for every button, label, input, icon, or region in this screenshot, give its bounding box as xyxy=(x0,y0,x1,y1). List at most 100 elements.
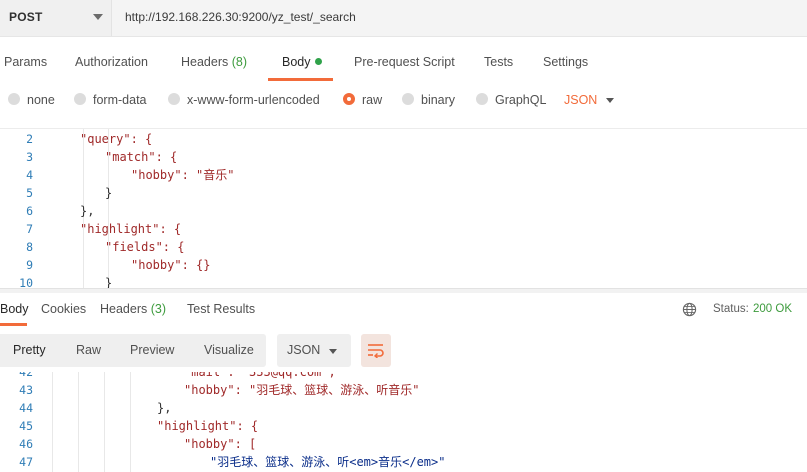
radio-x-www-form-urlencoded[interactable]: x-www-form-urlencoded xyxy=(168,93,320,107)
tab-settings[interactable]: Settings xyxy=(543,55,588,69)
tab-params[interactable]: Params xyxy=(4,55,47,69)
view-pretty-button[interactable]: Pretty xyxy=(7,334,52,367)
radio-label: binary xyxy=(421,93,456,107)
tab-tests[interactable]: Tests xyxy=(484,55,513,69)
code-text: "hobby": "羽毛球、篮球、游泳、听音乐" xyxy=(184,383,420,397)
code-line: 42 "mail": "333@qq.com", xyxy=(0,372,807,381)
body-type-options: none form-data x-www-form-urlencoded raw… xyxy=(0,82,807,122)
response-body-viewer[interactable]: 42 "mail": "333@qq.com", 43 "hobby": "羽毛… xyxy=(0,372,807,472)
tab-label: Settings xyxy=(543,55,589,69)
method-label: POST xyxy=(9,10,43,24)
line-number: 6 xyxy=(26,204,33,218)
tab-label: Headers xyxy=(181,55,229,69)
chevron-down-icon xyxy=(93,14,103,20)
code-line: 43 "hobby": "羽毛球、篮球、游泳、听音乐" xyxy=(0,381,807,399)
code-line: 6 }, xyxy=(0,202,807,220)
code-text: "hobby": {} xyxy=(131,258,211,272)
format-label: JSON xyxy=(287,343,321,357)
radio-icon xyxy=(74,93,86,105)
chevron-down-icon[interactable] xyxy=(606,98,614,103)
code-line: 7 "highlight": { xyxy=(0,220,807,238)
tab-authorization[interactable]: Authorization xyxy=(75,55,148,69)
request-url-bar: POST http://192.168.226.30:9200/yz_test/… xyxy=(0,0,807,37)
radio-icon xyxy=(476,93,488,105)
tab-label: Pre-request Script xyxy=(354,55,455,69)
tab-headers[interactable]: Headers (8) xyxy=(181,55,247,69)
code-text: } xyxy=(105,276,113,288)
code-line: 4 "hobby": "音乐" xyxy=(0,166,807,184)
view-raw-button[interactable]: Raw xyxy=(70,334,107,367)
radio-label: none xyxy=(27,93,55,107)
url-text: http://192.168.226.30:9200/yz_test/_sear… xyxy=(125,10,356,24)
code-text: }, xyxy=(157,401,172,415)
view-mode-group: Pretty Raw Preview Visualize xyxy=(0,334,266,367)
code-line: 47 "羽毛球、篮球、游泳、听<em>音乐</em>" xyxy=(0,453,807,471)
request-body-editor[interactable]: 2 "query": { 3 "match": { 4 "hobby": "音乐… xyxy=(0,128,807,288)
response-format-select[interactable]: JSON xyxy=(277,334,351,367)
tab-label: Cookies xyxy=(41,302,87,316)
radio-label: raw xyxy=(362,93,383,107)
code-text: } xyxy=(105,186,113,200)
code-line: 44 }, xyxy=(0,399,807,417)
code-line: 9 "hobby": {} xyxy=(0,256,807,274)
radio-raw[interactable]: raw xyxy=(343,93,382,107)
tab-response-body[interactable]: Body xyxy=(0,302,29,316)
line-number: 7 xyxy=(26,222,33,236)
tab-response-headers[interactable]: Headers (3) xyxy=(100,302,166,316)
code-text: "match": { xyxy=(105,150,178,164)
line-number: 2 xyxy=(26,132,33,146)
code-line: 8 "fields": { xyxy=(0,238,807,256)
globe-icon[interactable] xyxy=(682,302,697,317)
view-visualize-button[interactable]: Visualize xyxy=(198,334,260,367)
tab-pre-request-script[interactable]: Pre-request Script xyxy=(354,55,455,69)
tab-cookies[interactable]: Cookies xyxy=(41,302,86,316)
line-number: 10 xyxy=(19,276,33,288)
tab-label: Test Results xyxy=(187,302,256,316)
response-tabs: Body Cookies Headers (3) Test Results St… xyxy=(0,293,807,326)
radio-binary[interactable]: binary xyxy=(402,93,455,107)
line-number: 8 xyxy=(26,240,33,254)
view-preview-button[interactable]: Preview xyxy=(124,334,180,367)
tab-body[interactable]: Body xyxy=(282,55,322,69)
line-number: 9 xyxy=(26,258,33,272)
line-number: 5 xyxy=(26,186,33,200)
request-tabs: Params Authorization Headers (8) Body Pr… xyxy=(0,37,807,82)
line-number: 42 xyxy=(19,372,33,379)
line-number: 44 xyxy=(19,401,33,415)
code-line: 3 "match": { xyxy=(0,148,807,166)
tab-test-results[interactable]: Test Results xyxy=(187,302,255,316)
active-tab-indicator xyxy=(268,78,333,81)
tab-label: Body xyxy=(0,302,29,316)
tab-label: Params xyxy=(4,55,48,69)
code-text: "query": { xyxy=(80,132,153,146)
code-text: "羽毛球、篮球、游泳、听<em>音乐</em>" xyxy=(210,455,446,469)
code-line: 46 "hobby": [ xyxy=(0,435,807,453)
modified-dot-icon xyxy=(314,58,322,65)
chevron-down-icon xyxy=(329,349,337,354)
code-line: 10 } xyxy=(0,274,807,288)
line-number: 46 xyxy=(19,437,33,451)
code-text: "highlight": { xyxy=(157,419,259,433)
line-number: 47 xyxy=(19,455,33,469)
response-toolbar: Pretty Raw Preview Visualize JSON xyxy=(0,334,807,368)
code-text: "hobby": "音乐" xyxy=(131,168,235,182)
radio-graphql[interactable]: GraphQL xyxy=(476,93,546,107)
radio-none[interactable]: none xyxy=(8,93,55,107)
body-language-select[interactable]: JSON xyxy=(564,93,597,107)
radio-icon xyxy=(8,93,20,105)
url-input[interactable]: http://192.168.226.30:9200/yz_test/_sear… xyxy=(112,0,807,36)
method-select[interactable]: POST xyxy=(0,0,112,36)
tab-label: Tests xyxy=(484,55,514,69)
wrap-lines-button[interactable] xyxy=(361,334,391,367)
code-text: "mail": "333@qq.com", xyxy=(184,372,336,379)
tab-count: (8) xyxy=(231,55,248,69)
radio-icon xyxy=(402,93,414,105)
radio-icon xyxy=(168,93,180,105)
radio-form-data[interactable]: form-data xyxy=(74,93,147,107)
code-text: "hobby": [ xyxy=(184,437,257,451)
radio-selected-icon xyxy=(343,93,355,105)
tab-label: Authorization xyxy=(75,55,148,69)
line-number: 43 xyxy=(19,383,33,397)
code-line: 5 } xyxy=(0,184,807,202)
code-line: 45 "highlight": { xyxy=(0,417,807,435)
